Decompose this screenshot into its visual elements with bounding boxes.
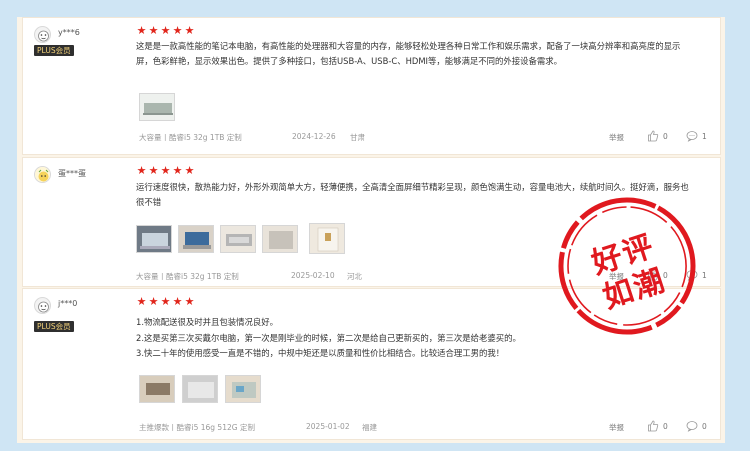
star-icon: ★ (148, 295, 159, 308)
username[interactable]: j***0 (58, 299, 77, 308)
comment-bubble-icon[interactable] (686, 130, 698, 142)
star-icon: ★ (136, 164, 147, 177)
review-location: 河北 (347, 272, 362, 281)
rating-stars: ★ ★ ★ ★ ★ (136, 165, 195, 176)
avatar-icon[interactable] (34, 166, 51, 183)
review-photo[interactable] (139, 93, 175, 121)
comment-count: 1 (702, 271, 707, 280)
product-spec: 大容量丨酷睿i5 32g 1TB 定制 (139, 133, 242, 142)
product-spec: 大容量丨酷睿i5 32g 1TB 定制 (136, 272, 239, 281)
report-link[interactable]: 举报 (609, 422, 624, 433)
comment-count: 0 (702, 422, 707, 431)
avatar-icon[interactable] (34, 26, 51, 43)
review-photo[interactable] (136, 225, 172, 253)
product-spec: 主推爆款丨酷睿i5 16g 512G 定制 (139, 423, 255, 432)
star-icon: ★ (160, 164, 171, 177)
avatar-icon[interactable] (34, 297, 51, 314)
username[interactable]: 蛋***蛋 (58, 168, 86, 179)
review-card: y***6 PLUS会员 ★ ★ ★ ★ ★ 这是是一款高性能的笔记本电脑，有高性能的处… (23, 18, 720, 154)
report-link[interactable]: 举报 (609, 132, 624, 143)
star-icon: ★ (184, 24, 195, 37)
star-icon: ★ (148, 24, 159, 37)
review-photo[interactable] (182, 375, 218, 403)
review-photo[interactable] (262, 225, 298, 253)
star-icon: ★ (160, 295, 171, 308)
review-text: 这是是一款高性能的笔记本电脑，有高性能的处理器和大容量的内存，能够轻松处理各种日… (136, 41, 681, 66)
star-icon: ★ (184, 295, 195, 308)
rating-stars: ★ ★ ★ ★ ★ (136, 296, 195, 307)
review-photo[interactable] (178, 225, 214, 253)
praise-stamp: 好评 如潮 (558, 197, 696, 335)
review-photo[interactable] (309, 223, 345, 254)
comment-bubble-icon[interactable] (686, 420, 698, 432)
review-photo[interactable] (139, 375, 175, 403)
star-icon: ★ (148, 164, 159, 177)
username[interactable]: y***6 (58, 28, 80, 37)
review-line: 3.快二十年的使用感受一直是不错的，中规中矩还是以质量和性价比相结合。比较适合理… (136, 348, 505, 358)
comment-count: 1 (702, 132, 707, 141)
star-icon: ★ (160, 24, 171, 37)
review-photo[interactable] (220, 225, 256, 253)
star-icon: ★ (184, 164, 195, 177)
review-photo[interactable] (225, 375, 261, 403)
like-count: 0 (663, 132, 668, 141)
review-location: 甘肃 (350, 133, 365, 142)
plus-member-badge: PLUS会员 (34, 45, 74, 56)
thumbs-up-icon[interactable] (647, 130, 659, 142)
rating-stars: ★ ★ ★ ★ ★ (136, 25, 195, 36)
review-date: 2025-02-10 (291, 271, 335, 280)
review-date: 2025-01-02 (306, 422, 350, 431)
like-count: 0 (663, 422, 668, 431)
review-location: 福建 (362, 423, 377, 432)
star-icon: ★ (136, 24, 147, 37)
star-icon: ★ (172, 24, 183, 37)
star-icon: ★ (136, 295, 147, 308)
thumbs-up-icon[interactable] (647, 420, 659, 432)
plus-member-badge: PLUS会员 (34, 321, 74, 332)
star-icon: ★ (172, 164, 183, 177)
review-date: 2024-12-26 (292, 132, 336, 141)
star-icon: ★ (172, 295, 183, 308)
